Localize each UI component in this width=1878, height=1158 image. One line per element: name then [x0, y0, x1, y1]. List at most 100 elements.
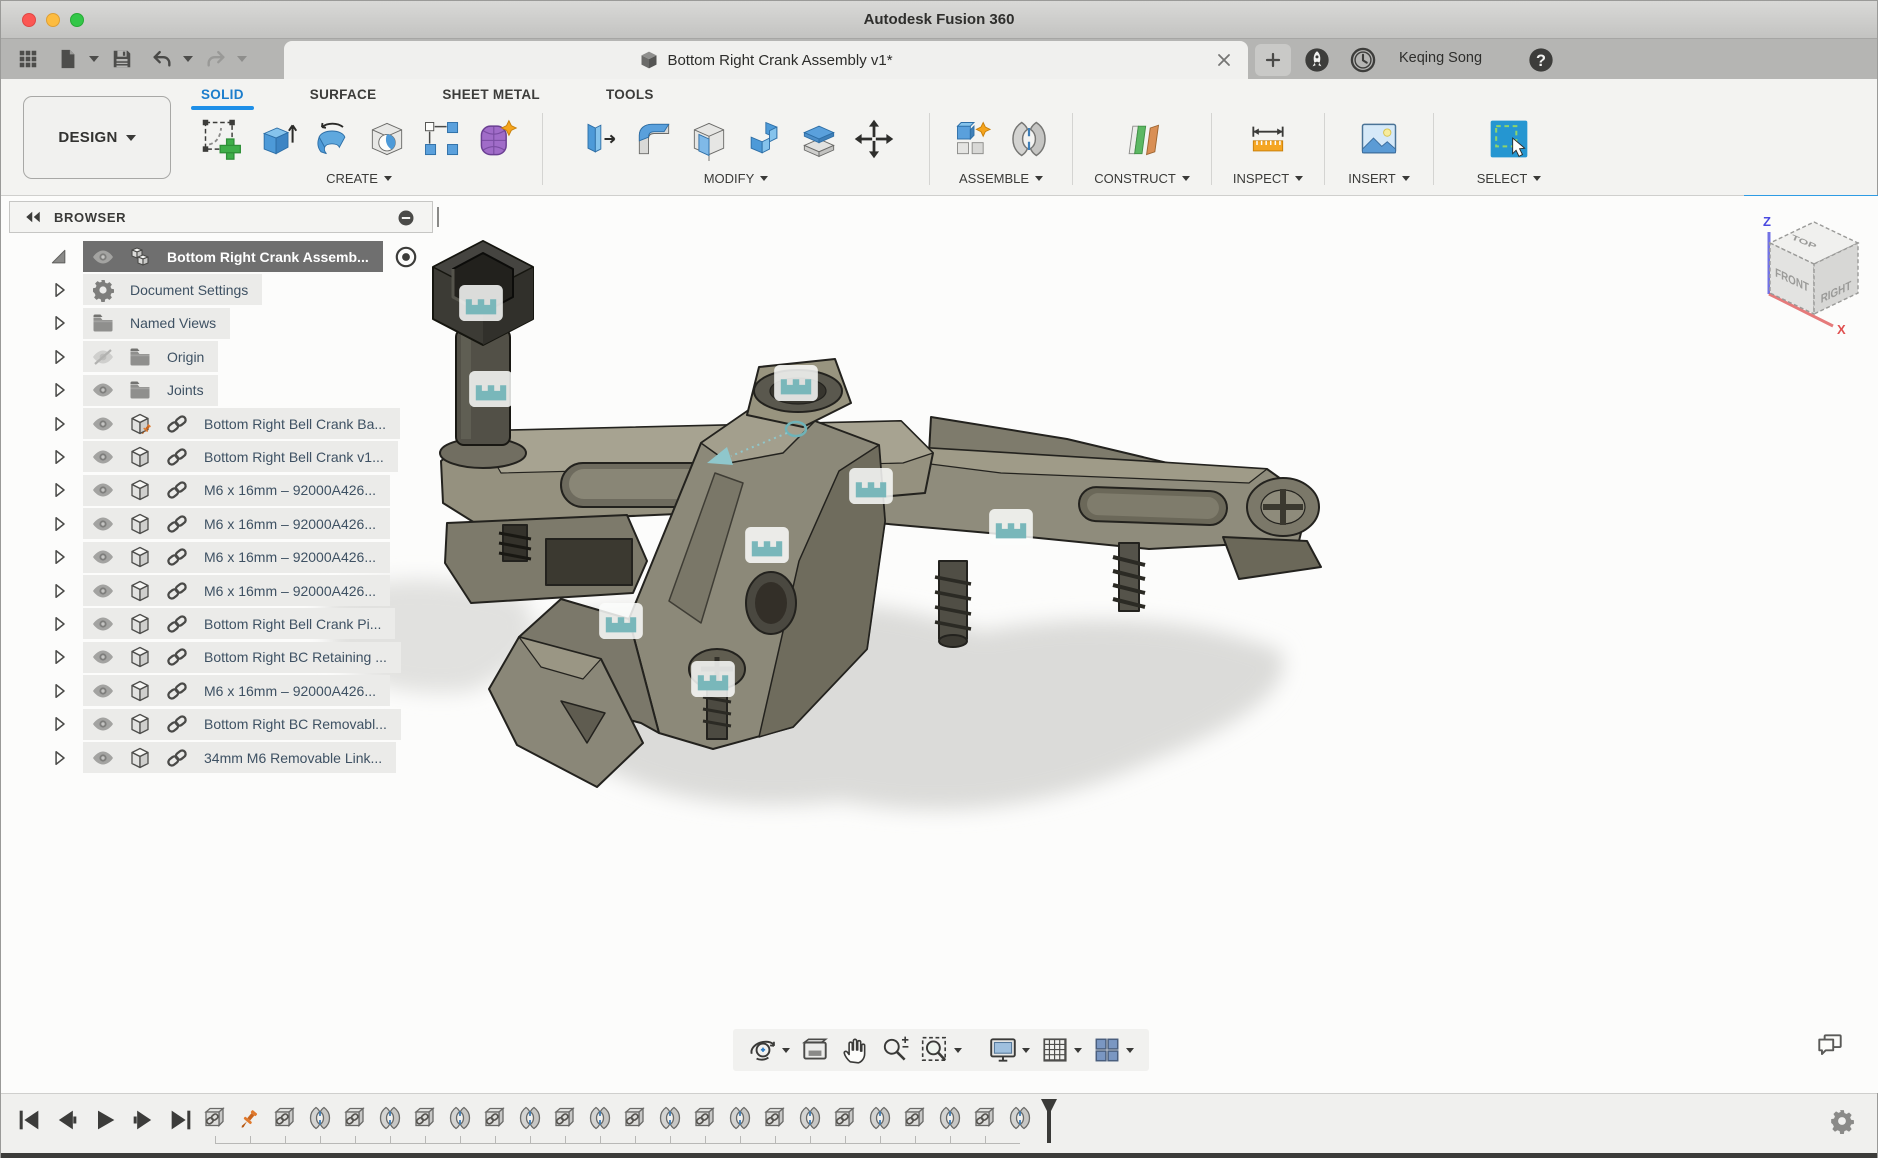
browser-item-selected[interactable]: Bottom Right Crank Assemb...	[83, 241, 383, 272]
browser-item[interactable]: 34mm M6 Removable Link...	[83, 742, 396, 773]
joint-glyph[interactable]	[458, 284, 504, 322]
visibility-eye-icon[interactable]	[91, 445, 115, 469]
grounded-component-icon[interactable]	[128, 412, 152, 436]
linked-reference-icon[interactable]	[165, 712, 189, 736]
caret-down-icon[interactable]	[1022, 1048, 1030, 1053]
linked-reference-icon[interactable]	[165, 746, 189, 770]
joint-glyph[interactable]	[848, 467, 894, 505]
joint-glyph[interactable]	[690, 660, 736, 698]
user-account-button[interactable]: Keqing Song	[1399, 50, 1482, 66]
timeline-joint-icon[interactable]	[516, 1104, 544, 1132]
linked-reference-icon[interactable]	[165, 679, 189, 703]
workspace-selector-button[interactable]: DESIGN	[23, 96, 171, 179]
timeline-joint-icon[interactable]	[306, 1104, 334, 1132]
linked-reference-icon[interactable]	[165, 478, 189, 502]
save-button[interactable]	[105, 44, 139, 74]
revolve-tool-icon[interactable]	[308, 116, 355, 163]
timeline-insert-icon[interactable]	[761, 1104, 789, 1132]
collapsed-triangle-icon[interactable]	[49, 647, 69, 667]
timeline-insert-icon[interactable]	[621, 1104, 649, 1132]
visibility-eye-icon[interactable]	[91, 679, 115, 703]
visibility-eye-icon[interactable]	[91, 245, 115, 269]
tab-sheet-metal[interactable]: SHEET METAL	[438, 87, 544, 108]
timeline-insert-icon[interactable]	[831, 1104, 859, 1132]
component-cube-icon[interactable]	[128, 712, 152, 736]
tab-surface[interactable]: SURFACE	[306, 87, 381, 108]
press-pull-tool-icon[interactable]	[575, 116, 622, 163]
browser-resize-grip[interactable]	[437, 207, 439, 227]
component-cube-icon[interactable]	[128, 478, 152, 502]
folder-icon[interactable]	[91, 311, 115, 335]
timeline-insert-icon[interactable]	[411, 1104, 439, 1132]
pattern-tool-icon[interactable]	[418, 116, 465, 163]
linked-reference-icon[interactable]	[165, 412, 189, 436]
look-at-button[interactable]	[800, 1035, 830, 1065]
activate-component-radio[interactable]	[393, 244, 419, 270]
browser-item[interactable]: Bottom Right Bell Crank v1...	[83, 441, 398, 472]
tab-solid[interactable]: SOLID	[197, 87, 248, 108]
timeline-insert-icon[interactable]	[901, 1104, 929, 1132]
group-label-modify[interactable]: MODIFY	[704, 171, 769, 186]
linked-reference-icon[interactable]	[165, 645, 189, 669]
settings-gear-icon[interactable]	[91, 278, 115, 302]
visibility-eye-icon[interactable]	[91, 712, 115, 736]
grid-settings-button[interactable]	[1040, 1035, 1082, 1065]
browser-item[interactable]: Origin	[83, 341, 218, 372]
go-to-end-button[interactable]	[167, 1106, 195, 1134]
linked-reference-icon[interactable]	[165, 512, 189, 536]
display-settings-button[interactable]	[988, 1035, 1030, 1065]
browser-item[interactable]: Joints	[83, 375, 218, 406]
comments-icon[interactable]	[1813, 1031, 1847, 1061]
orbit-button[interactable]	[748, 1035, 790, 1065]
visibility-eye-icon[interactable]	[91, 512, 115, 536]
timeline-insert-icon[interactable]	[271, 1104, 299, 1132]
component-cube-icon[interactable]	[128, 545, 152, 569]
expanded-triangle-icon[interactable]	[49, 247, 69, 267]
linked-reference-icon[interactable]	[165, 445, 189, 469]
joint-tool-tool-icon[interactable]	[1005, 116, 1052, 163]
visibility-eye-icon[interactable]	[91, 645, 115, 669]
collapsed-triangle-icon[interactable]	[49, 547, 69, 567]
browser-item[interactable]: Bottom Right BC Removabl...	[83, 709, 401, 740]
visibility-eye-icon[interactable]	[91, 746, 115, 770]
go-to-start-button[interactable]	[15, 1106, 43, 1134]
timeline-joint-icon[interactable]	[656, 1104, 684, 1132]
folder-icon[interactable]	[128, 345, 152, 369]
browser-item[interactable]: M6 x 16mm – 92000A426...	[83, 475, 390, 506]
folder-icon[interactable]	[128, 378, 152, 402]
window-zoom-button[interactable]	[920, 1035, 962, 1065]
timeline-insert-icon[interactable]	[551, 1104, 579, 1132]
joint-glyph[interactable]	[988, 508, 1034, 546]
caret-down-icon[interactable]	[89, 56, 99, 62]
collapse-browser-icon[interactable]	[22, 208, 44, 226]
group-label-select[interactable]: SELECT	[1477, 171, 1542, 186]
timeline-joint-icon[interactable]	[586, 1104, 614, 1132]
component-cube-icon[interactable]	[128, 645, 152, 669]
zoom-button[interactable]	[880, 1035, 910, 1065]
linked-reference-icon[interactable]	[165, 545, 189, 569]
extensions-icon[interactable]	[1303, 46, 1331, 74]
viewports-button[interactable]	[1092, 1035, 1134, 1065]
visibility-eye-icon[interactable]	[91, 579, 115, 603]
close-button[interactable]	[22, 13, 36, 27]
play-button[interactable]	[91, 1106, 119, 1134]
group-label-inspect[interactable]: INSPECT	[1233, 171, 1303, 186]
browser-display-mode-icon[interactable]	[396, 208, 416, 228]
browser-item[interactable]: Bottom Right Bell Crank Pi...	[83, 608, 395, 639]
insert-image-tool-icon[interactable]	[1356, 116, 1403, 163]
timeline-insert-icon[interactable]	[691, 1104, 719, 1132]
joint-glyph[interactable]	[468, 370, 514, 408]
visibility-eye-icon[interactable]	[91, 412, 115, 436]
step-forward-button[interactable]	[129, 1106, 157, 1134]
collapsed-triangle-icon[interactable]	[49, 347, 69, 367]
group-label-create[interactable]: CREATE	[326, 171, 392, 186]
timeline-joint-icon[interactable]	[446, 1104, 474, 1132]
collapsed-triangle-icon[interactable]	[49, 280, 69, 300]
joint-glyph[interactable]	[773, 364, 819, 402]
visibility-eye-icon[interactable]	[91, 378, 115, 402]
component-cube-icon[interactable]	[128, 612, 152, 636]
file-new-button[interactable]	[51, 44, 85, 74]
job-status-clock-icon[interactable]	[1349, 46, 1377, 74]
visibility-off-icon[interactable]	[91, 345, 115, 369]
select-tool-icon[interactable]	[1486, 116, 1533, 163]
